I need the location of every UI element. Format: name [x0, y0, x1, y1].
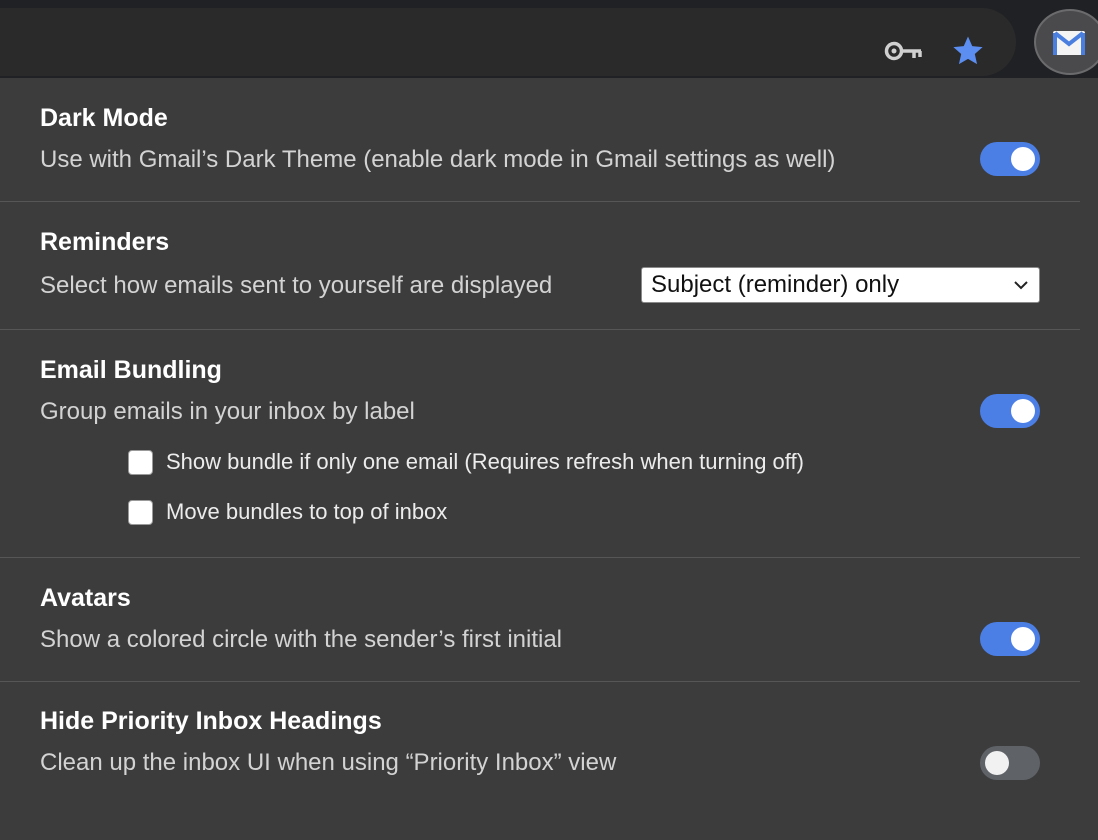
reminders-description: Select how emails sent to yourself are d…: [40, 272, 553, 299]
star-icon[interactable]: [951, 34, 985, 68]
chevron-down-icon: [1014, 281, 1028, 290]
settings-panel: Dark Mode Use with Gmail’s Dark Theme (e…: [0, 78, 1080, 840]
toggle-knob: [1011, 399, 1035, 423]
select-value: Subject (reminder) only: [651, 271, 900, 298]
dark-mode-section: Dark Mode Use with Gmail’s Dark Theme (e…: [0, 78, 1080, 202]
email-bundling-toggle[interactable]: [980, 394, 1040, 428]
gmail-extension-icon: [1053, 31, 1085, 55]
show-single-bundle-checkbox[interactable]: [128, 450, 153, 475]
reminders-section: Reminders Select how emails sent to your…: [0, 202, 1080, 330]
reminders-display-select[interactable]: Subject (reminder) only: [641, 267, 1040, 303]
gmail-extension-button[interactable]: [1034, 9, 1098, 75]
reminders-title: Reminders: [40, 228, 170, 256]
browser-toolbar: [0, 0, 1098, 78]
toggle-knob: [1011, 627, 1035, 651]
email-bundling-section: Email Bundling Group emails in your inbo…: [0, 330, 1080, 558]
toggle-knob: [1011, 147, 1035, 171]
avatars-section: Avatars Show a colored circle with the s…: [0, 558, 1080, 682]
email-bundling-title: Email Bundling: [40, 356, 222, 384]
priority-inbox-description: Clean up the inbox UI when using “Priori…: [40, 749, 617, 776]
dark-mode-title: Dark Mode: [40, 104, 168, 132]
priority-inbox-title: Hide Priority Inbox Headings: [40, 707, 382, 735]
checkbox-label: Show bundle if only one email (Requires …: [166, 449, 804, 474]
priority-inbox-section: Hide Priority Inbox Headings Clean up th…: [0, 682, 1080, 840]
checkbox-label: Move bundles to top of inbox: [166, 499, 448, 524]
email-bundling-description: Group emails in your inbox by label: [40, 398, 415, 425]
key-icon[interactable]: [884, 38, 924, 64]
address-bar[interactable]: [0, 8, 1016, 76]
dark-mode-toggle[interactable]: [980, 142, 1040, 176]
avatars-title: Avatars: [40, 584, 131, 612]
toggle-knob: [985, 751, 1009, 775]
priority-inbox-toggle[interactable]: [980, 746, 1040, 780]
dark-mode-description: Use with Gmail’s Dark Theme (enable dark…: [40, 146, 836, 173]
avatars-toggle[interactable]: [980, 622, 1040, 656]
bundles-top-checkbox[interactable]: [128, 500, 153, 525]
avatars-description: Show a colored circle with the sender’s …: [40, 626, 563, 653]
